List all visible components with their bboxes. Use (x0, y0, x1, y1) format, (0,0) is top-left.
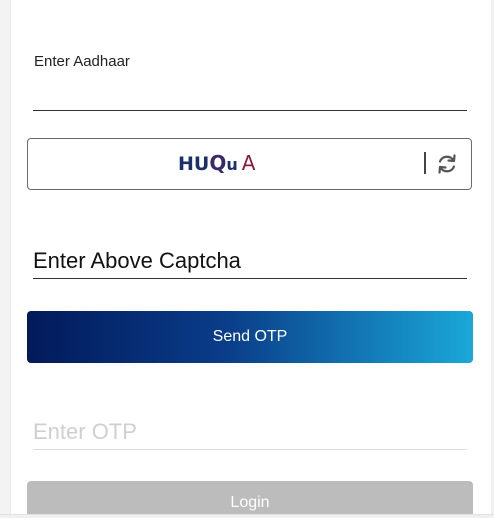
captcha-box: HUQu A (27, 138, 472, 190)
login-button[interactable]: Login (27, 481, 473, 514)
captcha-divider (424, 152, 426, 174)
aadhaar-input[interactable] (33, 78, 467, 111)
captcha-input[interactable] (33, 244, 467, 279)
otp-input[interactable] (33, 415, 467, 450)
captcha-char: A (241, 151, 256, 175)
login-card: Enter Aadhaar HUQuA Send OTP Login (10, 0, 492, 514)
captcha-char: Q (209, 151, 227, 175)
captcha-char: U (193, 153, 210, 175)
refresh-captcha-button[interactable] (434, 151, 460, 177)
send-otp-button[interactable]: Send OTP (27, 311, 473, 363)
bottom-divider (0, 514, 494, 518)
refresh-icon (438, 154, 456, 174)
captcha-char: u (226, 155, 238, 174)
captcha-char: H (178, 153, 194, 175)
captcha-image: HUQu A (178, 151, 255, 175)
aadhaar-label: Enter Aadhaar (34, 53, 130, 70)
